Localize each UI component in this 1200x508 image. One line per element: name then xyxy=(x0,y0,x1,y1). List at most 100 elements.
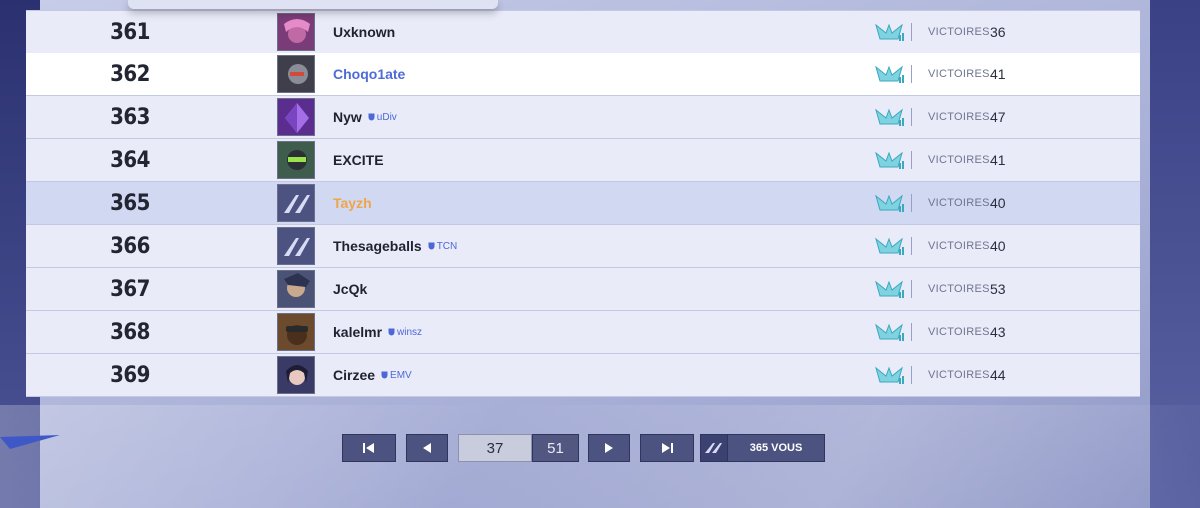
leaderboard-row[interactable]: 366 Thesageballs TCN VICTOIRES 40 xyxy=(26,225,1140,268)
pink-hair-character-icon xyxy=(278,14,314,50)
player-name: Cirzee xyxy=(333,367,376,383)
leaderboard-row[interactable]: 361 Uxknown VICTOIRES 36 xyxy=(26,10,1140,54)
avatar[interactable] xyxy=(277,13,315,51)
rank-badge-icon xyxy=(875,323,904,341)
leaderboard-row[interactable]: 368 kalelmr winsz VICTOIRES 43 xyxy=(26,311,1140,354)
current-page-field[interactable]: 37 xyxy=(458,434,532,462)
goggles-character-icon xyxy=(278,314,314,350)
leaderboard-row[interactable]: 369 Cirzee EMV VICTOIRES 44 xyxy=(26,354,1140,397)
player-name: Choqo1ate xyxy=(333,66,406,82)
leaderboard-row[interactable]: 367 JcQk VICTOIRES 53 xyxy=(26,268,1140,311)
leaderboard-row[interactable]: 364 EXCITE VICTOIRES 41 xyxy=(26,139,1140,182)
player-name-wrap[interactable]: JcQk xyxy=(333,281,367,297)
victories-label: VICTOIRES xyxy=(928,197,990,209)
clan-name: uDiv xyxy=(376,111,397,123)
shield-icon xyxy=(388,328,395,336)
rank-number: 362 xyxy=(110,61,150,87)
skip-first-icon xyxy=(363,443,374,453)
shield-icon xyxy=(368,113,375,121)
victories-label: VICTOIRES xyxy=(928,68,990,80)
victories-count: 47 xyxy=(990,109,1006,125)
leaderboard-row[interactable]: 363 Nyw uDiv VICTOIRES 47 xyxy=(26,96,1140,139)
player-name: Tayzh xyxy=(333,195,372,211)
player-name: Thesageballs xyxy=(333,238,422,254)
robot-character-icon xyxy=(278,56,314,92)
avatar[interactable] xyxy=(277,356,315,394)
rank-number: 365 xyxy=(110,190,150,216)
rank-number: 368 xyxy=(110,319,150,345)
player-name-wrap[interactable]: Nyw uDiv xyxy=(333,109,397,125)
decorative-chevron-icon xyxy=(0,435,60,449)
clan-tag: uDiv xyxy=(368,112,397,123)
divider xyxy=(911,108,912,126)
victories-label: VICTOIRES xyxy=(928,154,990,166)
rank-number: 361 xyxy=(110,19,150,45)
player-name-wrap[interactable]: kalelmr winsz xyxy=(333,324,422,340)
divider xyxy=(911,23,912,41)
leaderboard-row[interactable]: 362 Choqo1ate VICTOIRES 41 xyxy=(26,53,1140,96)
avatar[interactable] xyxy=(277,141,315,179)
player-name-wrap[interactable]: Tayzh xyxy=(333,195,372,211)
rank-badge-icon xyxy=(875,237,904,255)
rank-number: 367 xyxy=(110,276,150,302)
jump-to-you-label: 365 VOUS xyxy=(749,442,803,454)
player-name: kalelmr xyxy=(333,324,383,340)
purple-crystal-icon xyxy=(278,99,314,135)
victories-count: 44 xyxy=(990,367,1006,383)
rank-badge-icon xyxy=(875,108,904,126)
rank-badge-icon xyxy=(875,280,904,298)
avatar[interactable] xyxy=(277,98,315,136)
player-name-wrap[interactable]: Choqo1ate xyxy=(333,66,405,82)
skip-last-icon xyxy=(662,443,673,453)
clan-name: EMV xyxy=(390,369,412,381)
player-name-wrap[interactable]: Thesageballs TCN xyxy=(333,238,457,254)
jump-to-you-button[interactable]: 365 VOUS xyxy=(700,434,825,462)
player-name: Uxknown xyxy=(333,24,396,40)
next-arrow-icon xyxy=(605,443,613,453)
player-logo-icon xyxy=(701,435,728,461)
player-name-wrap[interactable]: EXCITE xyxy=(333,152,384,168)
victories-label: VICTOIRES xyxy=(928,369,990,381)
victories-label: VICTOIRES xyxy=(928,283,990,295)
victories-label: VICTOIRES xyxy=(928,240,990,252)
next-page-button[interactable] xyxy=(588,434,630,462)
shield-icon xyxy=(428,242,435,250)
leaderboard-table: 361 Uxknown VICTOIRES 36 362 Choqo1ate V… xyxy=(26,0,1140,398)
victories-label: VICTOIRES xyxy=(928,326,990,338)
player-name: Nyw xyxy=(333,109,362,125)
clan-name: TCN xyxy=(436,240,458,252)
avatar[interactable] xyxy=(277,313,315,351)
prev-arrow-icon xyxy=(423,443,431,453)
player-name-wrap[interactable]: Cirzee EMV xyxy=(333,367,412,383)
rank-number: 363 xyxy=(110,104,150,130)
first-page-button[interactable] xyxy=(342,434,396,462)
divider xyxy=(911,194,912,212)
rank-badge-icon xyxy=(875,151,904,169)
leaderboard-row-you[interactable]: 365 Tayzh VICTOIRES 40 xyxy=(26,182,1140,225)
green-mask-character-icon xyxy=(278,142,314,178)
divider xyxy=(911,280,912,298)
rank-number: 366 xyxy=(110,233,150,259)
victories-label: VICTOIRES xyxy=(928,26,990,38)
rank-badge-icon xyxy=(875,366,904,384)
victories-count: 40 xyxy=(990,238,1006,254)
victories-count: 40 xyxy=(990,195,1006,211)
dark-hair-character-icon xyxy=(278,357,314,393)
rank-badge-icon xyxy=(875,194,904,212)
armored-character-icon xyxy=(278,271,314,307)
clan-tag: EMV xyxy=(381,370,412,381)
avatar[interactable] xyxy=(277,55,315,93)
divider xyxy=(911,323,912,341)
previous-row-popup-edge xyxy=(128,0,498,9)
last-page-button[interactable] xyxy=(640,434,694,462)
previous-page-button[interactable] xyxy=(406,434,448,462)
avatar[interactable] xyxy=(277,270,315,308)
player-name: EXCITE xyxy=(333,152,384,168)
rank-badge-icon xyxy=(875,65,904,83)
divider xyxy=(911,366,912,384)
avatar[interactable] xyxy=(277,184,315,222)
player-name-wrap[interactable]: Uxknown xyxy=(333,24,395,40)
victories-count: 36 xyxy=(990,24,1006,40)
avatar[interactable] xyxy=(277,227,315,265)
background-right-panel xyxy=(1150,0,1200,508)
